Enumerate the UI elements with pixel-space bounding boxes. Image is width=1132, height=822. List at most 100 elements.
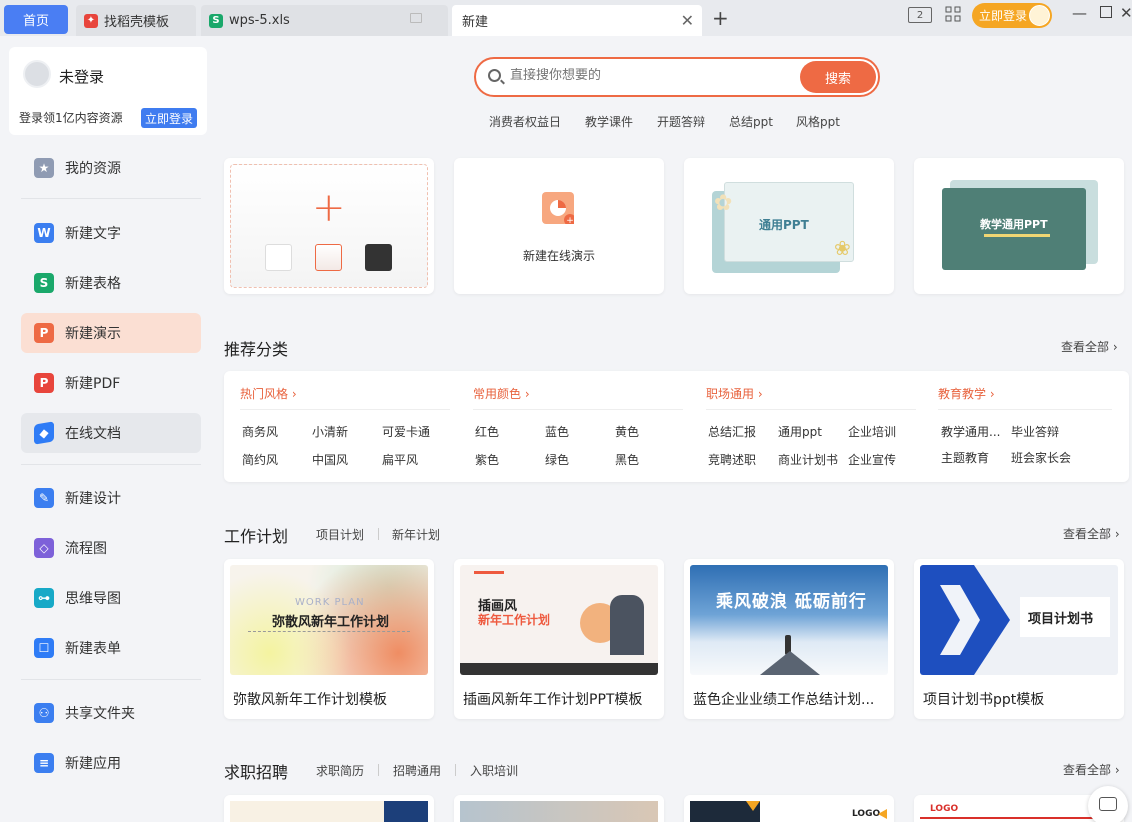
category-item[interactable]: 商务风 (242, 423, 278, 440)
category-item[interactable]: 简约风 (242, 451, 278, 468)
template-card-general-ppt[interactable]: 通用PPT ✿ ❀ (684, 158, 894, 294)
template-card[interactable] (224, 795, 434, 822)
jobs-sub-tab[interactable]: 招聘通用 (393, 762, 441, 779)
template-card[interactable]: 插画风 新年工作计划 插画风新年工作计划PPT模板 (454, 559, 664, 719)
category-item[interactable]: 主题教育 (941, 449, 989, 466)
gradient-theme-swatch[interactable] (315, 244, 342, 271)
user-avatar-icon[interactable] (23, 60, 51, 88)
new-online-presentation-card[interactable]: + 新建在线演示 (454, 158, 664, 294)
user-login-button[interactable]: 立即登录 (141, 108, 197, 128)
thumb-logo-text: LOGO (930, 804, 959, 814)
category-item[interactable]: 绿色 (545, 451, 569, 468)
work-plan-sub-tab[interactable]: 项目计划 (316, 526, 364, 543)
category-group-head[interactable]: 常用颜色 › (473, 385, 530, 402)
thumb-accent-bar (474, 571, 504, 574)
category-item[interactable]: 企业培训 (848, 423, 896, 440)
category-group-head[interactable]: 热门风格 › (240, 385, 297, 402)
hot-search-link[interactable]: 教学课件 (585, 113, 633, 130)
white-theme-swatch[interactable] (265, 244, 292, 271)
category-item[interactable]: 黄色 (615, 423, 639, 440)
sidebar-item-online-doc[interactable]: ◆ 在线文档 (21, 413, 201, 453)
template-thumbnail: 项目计划书 (920, 565, 1118, 675)
sidebar-item-new-presentation[interactable]: P 新建演示 (21, 313, 201, 353)
hot-search-link[interactable]: 总结ppt (729, 113, 773, 130)
category-item[interactable]: 黑色 (615, 451, 639, 468)
sidebar-item-new-design[interactable]: ✎ 新建设计 (21, 478, 201, 518)
titlebar-login-button[interactable]: 立即登录 (972, 3, 1052, 28)
tab-bar: 首页 ✦ 找稻壳模板 S wps-5.xls 新建 ✕ + 2 立即登录 — ✕ (0, 0, 1132, 36)
category-item[interactable]: 竞聘述职 (708, 451, 756, 468)
template-card[interactable]: 乘风破浪 砥砺前行 蓝色企业业绩工作总结计划... (684, 559, 894, 719)
thumb-shape (384, 801, 428, 822)
search-button[interactable]: 搜索 (800, 61, 876, 93)
sidebar-item-my-resources[interactable]: ★ 我的资源 (21, 148, 201, 188)
category-item[interactable]: 班会家长会 (1011, 449, 1071, 466)
template-thumbnail: 插画风 新年工作计划 (460, 565, 658, 675)
dual-screen-icon[interactable]: 2 (908, 7, 932, 23)
category-item[interactable]: 企业宣传 (848, 451, 896, 468)
user-card: 未登录 登录领1亿内容资源 立即登录 (9, 47, 207, 135)
category-item[interactable]: 红色 (475, 423, 499, 440)
category-item[interactable]: 通用ppt (778, 423, 822, 440)
dark-theme-swatch[interactable] (365, 244, 392, 271)
category-group-head[interactable]: 教育教学 › (938, 385, 995, 402)
category-item[interactable]: 教学通用... (941, 423, 1000, 440)
search-input[interactable] (510, 68, 790, 83)
sidebar-divider (21, 679, 201, 680)
hot-search-link[interactable]: 风格ppt (796, 113, 840, 130)
hot-search-link[interactable]: 开题答辩 (657, 113, 705, 130)
sidebar-item-label: 新建PDF (65, 376, 121, 392)
category-item[interactable]: 中国风 (312, 451, 348, 468)
jobs-see-all-link[interactable]: 查看全部 › (1063, 761, 1120, 778)
chat-feedback-button[interactable] (1088, 786, 1128, 822)
jobs-title: 求职招聘 (224, 763, 289, 782)
sidebar-item-new-writer[interactable]: W 新建文字 (21, 213, 201, 253)
tab-templates-label: 找稻壳模板 (104, 15, 170, 30)
category-item[interactable]: 紫色 (475, 451, 499, 468)
category-item[interactable]: 扁平风 (382, 451, 418, 468)
grid-icon[interactable] (945, 6, 961, 26)
template-card[interactable]: 项目计划书 项目计划书ppt模板 (914, 559, 1124, 719)
work-plan-sub-tab[interactable]: 新年计划 (392, 526, 440, 543)
category-item[interactable]: 商业计划书 (778, 451, 838, 468)
tab-templates[interactable]: ✦ 找稻壳模板 (76, 5, 196, 36)
sidebar-item-new-pdf[interactable]: P 新建PDF (21, 363, 201, 403)
sidebar-item-shared-folder[interactable]: ⚇ 共享文件夹 (21, 693, 201, 733)
close-icon[interactable]: ✕ (681, 11, 694, 30)
sidebar-item-new-app[interactable]: ≡ 新建应用 (21, 743, 201, 783)
template-card[interactable]: WORK PLAN 弥散风新年工作计划 弥散风新年工作计划模板 (224, 559, 434, 719)
template-card[interactable] (454, 795, 664, 822)
tab-home-label: 首页 (22, 14, 49, 29)
sidebar-item-flowchart[interactable]: ◇ 流程图 (21, 528, 201, 568)
tab-home[interactable]: 首页 (4, 5, 68, 34)
add-tab-icon[interactable]: + (712, 6, 729, 30)
minimize-icon[interactable]: — (1072, 4, 1087, 22)
thumb-cn-text: 项目计划书 (1028, 612, 1094, 627)
maximize-icon[interactable] (1100, 6, 1112, 18)
template-thumbnail (460, 801, 658, 822)
sidebar-item-new-form[interactable]: ☐ 新建表单 (21, 628, 201, 668)
category-item[interactable]: 蓝色 (545, 423, 569, 440)
user-promo: 登录领1亿内容资源 (19, 111, 123, 125)
new-blank-presentation-card[interactable]: + (224, 158, 434, 294)
jobs-sub-tab[interactable]: 入职培训 (470, 762, 518, 779)
work-plan-see-all-link[interactable]: 查看全部 › (1063, 525, 1120, 542)
hot-search-link[interactable]: 消费者权益日 (489, 113, 561, 130)
category-item[interactable]: 毕业答辩 (1011, 423, 1059, 440)
template-thumb-underline (984, 234, 1050, 237)
chevron-right-icon: › (1112, 340, 1118, 354)
sidebar-item-mindmap[interactable]: ⊶ 思维导图 (21, 578, 201, 618)
category-group-head[interactable]: 职场通用 › (706, 385, 763, 402)
window-close-icon[interactable]: ✕ (1120, 4, 1132, 22)
template-card-teaching-ppt[interactable]: 教学通用PPT (914, 158, 1124, 294)
tab-file[interactable]: S wps-5.xls (201, 5, 448, 36)
jobs-sub-tab[interactable]: 求职简历 (316, 762, 364, 779)
tab-new[interactable]: 新建 ✕ (452, 5, 702, 36)
sidebar-item-new-sheet[interactable]: S 新建表格 (21, 263, 201, 303)
category-item[interactable]: 可爱卡通 (382, 423, 430, 440)
recommend-see-all-link[interactable]: 查看全部 › (1061, 338, 1118, 355)
sidebar-item-label: 新建应用 (65, 756, 121, 772)
template-card[interactable]: LOGO (684, 795, 894, 822)
category-item[interactable]: 总结汇报 (708, 423, 756, 440)
category-item[interactable]: 小清新 (312, 423, 348, 440)
